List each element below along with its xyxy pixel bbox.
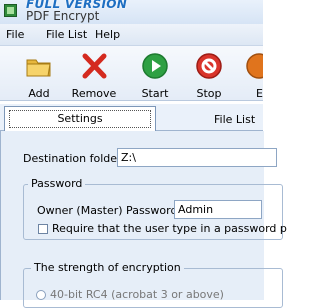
password-group-title: Password (28, 177, 86, 190)
owner-password-label: Owner (Master) Password: (37, 204, 182, 217)
tab-settings[interactable]: Settings (4, 106, 156, 131)
folder-icon (26, 59, 51, 77)
play-icon (142, 53, 168, 79)
destination-folder-input[interactable]: Z:\ (117, 148, 277, 167)
tab-settings-label: Settings (57, 112, 103, 125)
remove-label: Remove (71, 87, 117, 100)
settings-panel: Destination folder: Z:\ Password Owner (… (0, 131, 287, 308)
tab-file-list[interactable]: File List (190, 106, 270, 130)
remove-button[interactable]: Remove (69, 46, 119, 100)
app-icon (4, 4, 17, 17)
start-button[interactable]: Start (130, 46, 180, 100)
window-title: PDF Encrypt (26, 9, 100, 23)
menu-help[interactable]: Help (95, 28, 120, 41)
tab-strip: Settings File List (0, 104, 263, 131)
menu-bar: File File List Help (0, 24, 263, 46)
exit-icon (246, 53, 263, 79)
destination-folder-label: Destination folder: (23, 152, 126, 165)
encryption-strength-title: The strength of encryption (31, 261, 184, 274)
tab-file-list-label: File List (214, 113, 256, 126)
menu-file[interactable]: File (6, 28, 24, 41)
toolbar: Add Remove Start Stop E (0, 46, 263, 101)
require-password-label: Require that the user type in a password… (52, 222, 287, 235)
title-bar: FULL VERSION PDF Encrypt (0, 0, 263, 24)
start-label: Start (141, 87, 169, 100)
partial-toolbar-button[interactable]: E (236, 46, 263, 100)
partial-toolbar-label: E (256, 87, 263, 100)
rc4-40-radio[interactable] (36, 290, 46, 300)
add-button[interactable]: Add (14, 46, 64, 100)
add-label: Add (28, 87, 50, 100)
require-password-checkbox[interactable] (38, 224, 48, 234)
remove-x-icon (82, 53, 107, 79)
stop-icon (196, 53, 222, 79)
rc4-40-label: 40-bit RC4 (acrobat 3 or above) (50, 288, 224, 301)
owner-password-input[interactable]: Admin (174, 200, 262, 219)
stop-button[interactable]: Stop (184, 46, 234, 100)
menu-file-list[interactable]: File List (46, 28, 87, 41)
stop-label: Stop (196, 87, 222, 100)
